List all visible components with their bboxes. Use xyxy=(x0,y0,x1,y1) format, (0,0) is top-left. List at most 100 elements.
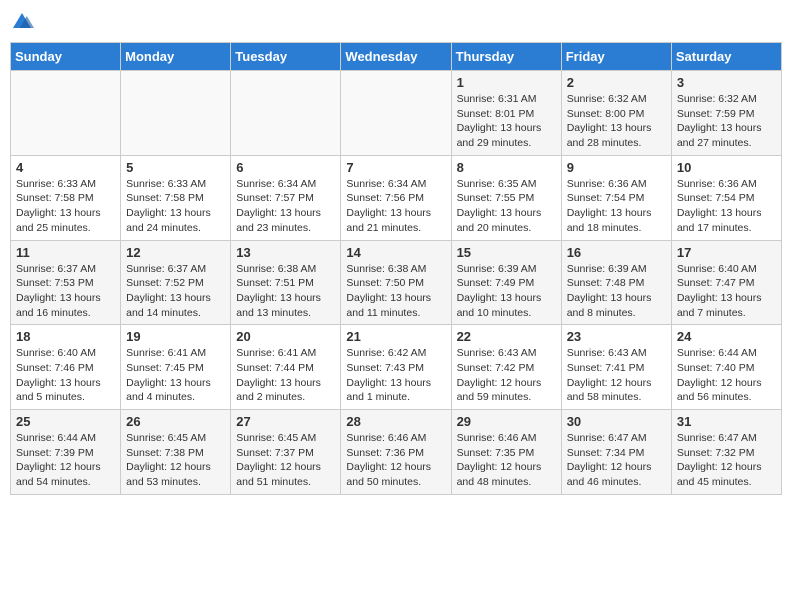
calendar-cell: 20 Sunrise: 6:41 AM Sunset: 7:44 PM Dayli… xyxy=(231,325,341,410)
calendar-cell: 28 Sunrise: 6:46 AM Sunset: 7:36 PM Dayli… xyxy=(341,410,451,495)
calendar-cell: 10 Sunrise: 6:36 AM Sunset: 7:54 PM Dayli… xyxy=(671,155,781,240)
day-number: 17 xyxy=(677,245,776,260)
calendar-cell: 23 Sunrise: 6:43 AM Sunset: 7:41 PM Dayli… xyxy=(561,325,671,410)
day-number: 22 xyxy=(457,329,556,344)
day-number: 30 xyxy=(567,414,666,429)
day-info: Sunrise: 6:38 AM Sunset: 7:50 PM Dayligh… xyxy=(346,262,445,321)
weekday-header-sunday: Sunday xyxy=(11,43,121,71)
day-info: Sunrise: 6:39 AM Sunset: 7:49 PM Dayligh… xyxy=(457,262,556,321)
day-number: 9 xyxy=(567,160,666,175)
calendar-cell: 16 Sunrise: 6:39 AM Sunset: 7:48 PM Dayli… xyxy=(561,240,671,325)
calendar-cell: 9 Sunrise: 6:36 AM Sunset: 7:54 PM Daylig… xyxy=(561,155,671,240)
day-info: Sunrise: 6:32 AM Sunset: 7:59 PM Dayligh… xyxy=(677,92,776,151)
calendar-cell: 17 Sunrise: 6:40 AM Sunset: 7:47 PM Dayli… xyxy=(671,240,781,325)
day-number: 26 xyxy=(126,414,225,429)
logo xyxy=(10,10,38,34)
day-number: 5 xyxy=(126,160,225,175)
day-info: Sunrise: 6:35 AM Sunset: 7:55 PM Dayligh… xyxy=(457,177,556,236)
day-number: 3 xyxy=(677,75,776,90)
weekday-header-thursday: Thursday xyxy=(451,43,561,71)
day-info: Sunrise: 6:33 AM Sunset: 7:58 PM Dayligh… xyxy=(126,177,225,236)
calendar-cell: 15 Sunrise: 6:39 AM Sunset: 7:49 PM Dayli… xyxy=(451,240,561,325)
day-info: Sunrise: 6:34 AM Sunset: 7:56 PM Dayligh… xyxy=(346,177,445,236)
day-number: 15 xyxy=(457,245,556,260)
day-info: Sunrise: 6:39 AM Sunset: 7:48 PM Dayligh… xyxy=(567,262,666,321)
day-info: Sunrise: 6:46 AM Sunset: 7:35 PM Dayligh… xyxy=(457,431,556,490)
calendar-cell: 30 Sunrise: 6:47 AM Sunset: 7:34 PM Dayli… xyxy=(561,410,671,495)
day-number: 23 xyxy=(567,329,666,344)
day-info: Sunrise: 6:46 AM Sunset: 7:36 PM Dayligh… xyxy=(346,431,445,490)
day-info: Sunrise: 6:47 AM Sunset: 7:34 PM Dayligh… xyxy=(567,431,666,490)
calendar-cell: 27 Sunrise: 6:45 AM Sunset: 7:37 PM Dayli… xyxy=(231,410,341,495)
calendar-cell: 31 Sunrise: 6:47 AM Sunset: 7:32 PM Dayli… xyxy=(671,410,781,495)
calendar-cell: 18 Sunrise: 6:40 AM Sunset: 7:46 PM Dayli… xyxy=(11,325,121,410)
day-info: Sunrise: 6:40 AM Sunset: 7:47 PM Dayligh… xyxy=(677,262,776,321)
day-number: 4 xyxy=(16,160,115,175)
calendar-cell: 25Sunrise: 6:44 AM Sunset: 7:39 PM Dayli… xyxy=(11,410,121,495)
calendar-week-row: 18 Sunrise: 6:40 AM Sunset: 7:46 PM Dayli… xyxy=(11,325,782,410)
calendar-cell: 12Sunrise: 6:37 AM Sunset: 7:52 PM Dayli… xyxy=(121,240,231,325)
day-info: Sunrise: 6:36 AM Sunset: 7:54 PM Dayligh… xyxy=(677,177,776,236)
day-number: 14 xyxy=(346,245,445,260)
calendar-cell: 1 Sunrise: 6:31 AM Sunset: 8:01 PM Daylig… xyxy=(451,71,561,156)
day-info: Sunrise: 6:45 AM Sunset: 7:38 PM Dayligh… xyxy=(126,431,225,490)
day-number: 1 xyxy=(457,75,556,90)
calendar-cell: 21Sunrise: 6:42 AM Sunset: 7:43 PM Dayli… xyxy=(341,325,451,410)
weekday-header-row: SundayMondayTuesdayWednesdayThursdayFrid… xyxy=(11,43,782,71)
day-number: 7 xyxy=(346,160,445,175)
day-number: 27 xyxy=(236,414,335,429)
day-number: 24 xyxy=(677,329,776,344)
calendar-cell: 29Sunrise: 6:46 AM Sunset: 7:35 PM Dayli… xyxy=(451,410,561,495)
calendar-week-row: 4 Sunrise: 6:33 AM Sunset: 7:58 PM Daylig… xyxy=(11,155,782,240)
calendar-cell: 19 Sunrise: 6:41 AM Sunset: 7:45 PM Dayli… xyxy=(121,325,231,410)
day-info: Sunrise: 6:37 AM Sunset: 7:53 PM Dayligh… xyxy=(16,262,115,321)
calendar-week-row: 11 Sunrise: 6:37 AM Sunset: 7:53 PM Dayli… xyxy=(11,240,782,325)
day-info: Sunrise: 6:41 AM Sunset: 7:45 PM Dayligh… xyxy=(126,346,225,405)
day-info: Sunrise: 6:43 AM Sunset: 7:42 PM Dayligh… xyxy=(457,346,556,405)
logo-icon xyxy=(10,10,34,34)
calendar-cell: 3 Sunrise: 6:32 AM Sunset: 7:59 PM Daylig… xyxy=(671,71,781,156)
day-info: Sunrise: 6:36 AM Sunset: 7:54 PM Dayligh… xyxy=(567,177,666,236)
day-number: 31 xyxy=(677,414,776,429)
day-info: Sunrise: 6:41 AM Sunset: 7:44 PM Dayligh… xyxy=(236,346,335,405)
calendar-cell: 14 Sunrise: 6:38 AM Sunset: 7:50 PM Dayli… xyxy=(341,240,451,325)
day-number: 25 xyxy=(16,414,115,429)
calendar-week-row: 1 Sunrise: 6:31 AM Sunset: 8:01 PM Daylig… xyxy=(11,71,782,156)
calendar-table: SundayMondayTuesdayWednesdayThursdayFrid… xyxy=(10,42,782,495)
calendar-cell: 4 Sunrise: 6:33 AM Sunset: 7:58 PM Daylig… xyxy=(11,155,121,240)
day-number: 11 xyxy=(16,245,115,260)
calendar-cell: 8 Sunrise: 6:35 AM Sunset: 7:55 PM Daylig… xyxy=(451,155,561,240)
day-info: Sunrise: 6:44 AM Sunset: 7:40 PM Dayligh… xyxy=(677,346,776,405)
weekday-header-wednesday: Wednesday xyxy=(341,43,451,71)
day-info: Sunrise: 6:34 AM Sunset: 7:57 PM Dayligh… xyxy=(236,177,335,236)
day-number: 2 xyxy=(567,75,666,90)
calendar-cell: 7 Sunrise: 6:34 AM Sunset: 7:56 PM Daylig… xyxy=(341,155,451,240)
calendar-cell: 26 Sunrise: 6:45 AM Sunset: 7:38 PM Dayli… xyxy=(121,410,231,495)
calendar-week-row: 25Sunrise: 6:44 AM Sunset: 7:39 PM Dayli… xyxy=(11,410,782,495)
day-info: Sunrise: 6:33 AM Sunset: 7:58 PM Dayligh… xyxy=(16,177,115,236)
day-info: Sunrise: 6:45 AM Sunset: 7:37 PM Dayligh… xyxy=(236,431,335,490)
calendar-cell: 6 Sunrise: 6:34 AM Sunset: 7:57 PM Daylig… xyxy=(231,155,341,240)
calendar-cell xyxy=(231,71,341,156)
day-number: 28 xyxy=(346,414,445,429)
day-info: Sunrise: 6:31 AM Sunset: 8:01 PM Dayligh… xyxy=(457,92,556,151)
day-info: Sunrise: 6:43 AM Sunset: 7:41 PM Dayligh… xyxy=(567,346,666,405)
weekday-header-tuesday: Tuesday xyxy=(231,43,341,71)
day-number: 10 xyxy=(677,160,776,175)
day-info: Sunrise: 6:47 AM Sunset: 7:32 PM Dayligh… xyxy=(677,431,776,490)
day-number: 13 xyxy=(236,245,335,260)
calendar-cell: 11 Sunrise: 6:37 AM Sunset: 7:53 PM Dayli… xyxy=(11,240,121,325)
calendar-cell xyxy=(341,71,451,156)
day-number: 19 xyxy=(126,329,225,344)
day-number: 20 xyxy=(236,329,335,344)
day-info: Sunrise: 6:40 AM Sunset: 7:46 PM Dayligh… xyxy=(16,346,115,405)
day-info: Sunrise: 6:32 AM Sunset: 8:00 PM Dayligh… xyxy=(567,92,666,151)
day-number: 8 xyxy=(457,160,556,175)
calendar-cell: 2 Sunrise: 6:32 AM Sunset: 8:00 PM Daylig… xyxy=(561,71,671,156)
day-number: 16 xyxy=(567,245,666,260)
day-number: 21 xyxy=(346,329,445,344)
weekday-header-saturday: Saturday xyxy=(671,43,781,71)
calendar-cell xyxy=(121,71,231,156)
day-number: 18 xyxy=(16,329,115,344)
day-number: 6 xyxy=(236,160,335,175)
